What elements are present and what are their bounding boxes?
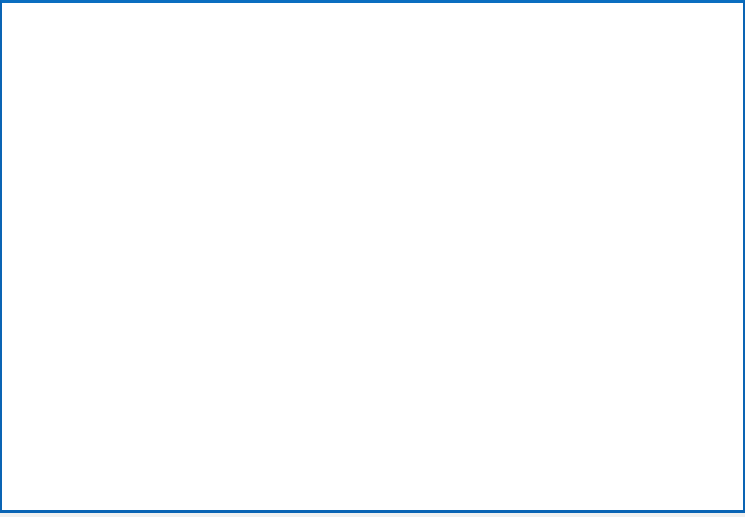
close-icon [667, 13, 679, 26]
maximize-button[interactable] [604, 3, 650, 36]
scrollbar-down-button[interactable] [722, 493, 740, 510]
minimize-icon [575, 14, 587, 25]
maximize-icon [621, 14, 633, 25]
console-text: Microsoft DiskPart version 10.0.10240 Co… [6, 42, 447, 437]
scrollbar-track[interactable] [722, 80, 740, 493]
console-output-area[interactable]: Microsoft DiskPart version 10.0.10240 Co… [2, 36, 722, 510]
console-window-icon [9, 11, 26, 28]
chevron-down-icon [726, 493, 736, 511]
title-bar[interactable]: C:\Windows\system32\diskpart.exe [2, 3, 743, 36]
scrollbar-thumb[interactable] [722, 53, 740, 80]
chevron-up-icon [726, 36, 736, 54]
minimize-button[interactable] [558, 3, 604, 36]
vertical-scrollbar[interactable] [722, 36, 740, 510]
console-window: Microsoft DiskPart version 10.0.10240 Co… [0, 0, 745, 517]
window-title: C:\Windows\system32\diskpart.exe [33, 12, 228, 26]
close-button[interactable] [650, 3, 696, 36]
desktop-background [0, 513, 745, 517]
scrollbar-up-button[interactable] [722, 36, 740, 53]
